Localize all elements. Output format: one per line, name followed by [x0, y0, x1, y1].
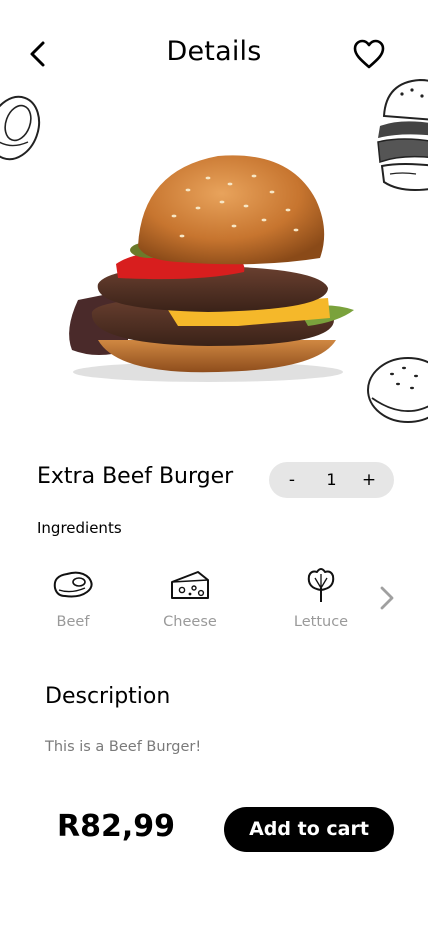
- ingredients-heading: Ingredients: [37, 519, 122, 537]
- burger-sketch-icon: [377, 78, 428, 191]
- add-to-cart-button[interactable]: Add to cart: [224, 807, 394, 852]
- ingredient-label: Lettuce: [293, 614, 349, 630]
- ingredients-next-button[interactable]: [376, 584, 398, 612]
- hero-image-area: [0, 78, 428, 430]
- cheese-icon: [171, 571, 209, 599]
- description-text: This is a Beef Burger!: [45, 739, 202, 755]
- heart-outline-icon: [353, 39, 385, 69]
- increase-quantity-button[interactable]: +: [348, 462, 390, 498]
- steak-icon: [53, 571, 93, 598]
- chevron-right-icon: [380, 586, 394, 610]
- description-heading: Description: [45, 684, 171, 709]
- bun-sketch-icon: [367, 357, 428, 423]
- ingredient-label: Beef: [56, 614, 90, 630]
- quantity-stepper: - 1 +: [269, 462, 394, 498]
- ingredient-label: Cheese: [163, 614, 217, 630]
- ingredient-lettuce[interactable]: Lettuce: [276, 566, 366, 638]
- favorite-button[interactable]: [352, 38, 386, 70]
- ingredient-beef[interactable]: Beef: [28, 566, 118, 638]
- onion-sketch-icon: [0, 95, 41, 161]
- product-name: Extra Beef Burger: [37, 464, 234, 489]
- product-price: R82,99: [57, 809, 175, 844]
- ingredient-cheese[interactable]: Cheese: [145, 566, 235, 638]
- decrease-quantity-button[interactable]: -: [271, 462, 313, 498]
- burger-image: [69, 155, 354, 382]
- lettuce-icon: [307, 568, 335, 602]
- quantity-value: 1: [326, 470, 337, 489]
